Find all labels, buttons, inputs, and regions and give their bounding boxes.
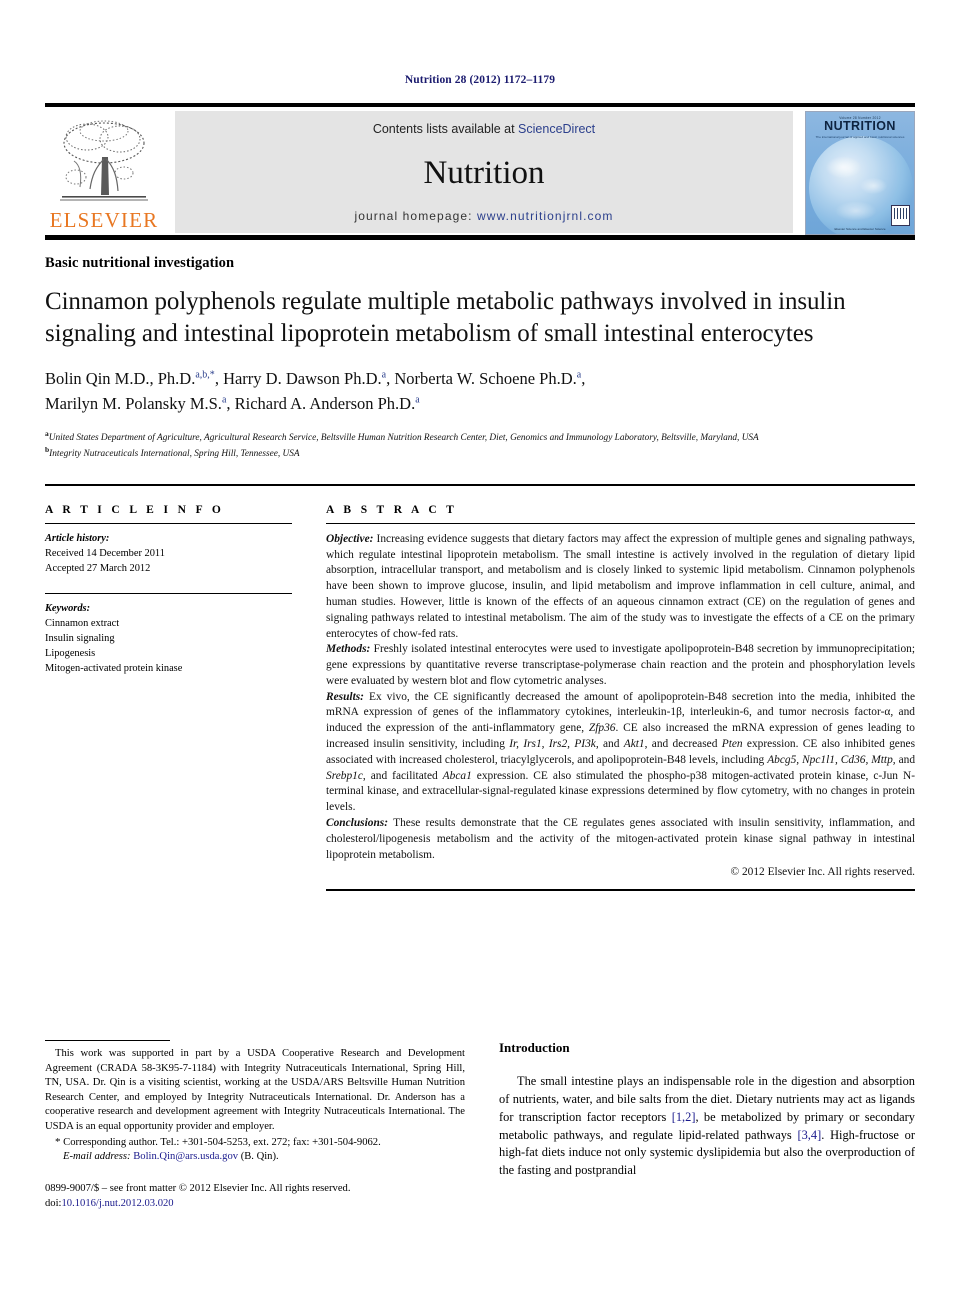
email-footnote: E-mail address: Bolin.Qin@ars.usda.gov (… xyxy=(45,1150,465,1165)
gene-name: Ir, Irs1, Irs2, PI3k, xyxy=(509,738,599,751)
elsevier-tree-icon xyxy=(60,120,148,201)
abstract-results-label: Results: xyxy=(326,690,364,703)
abstract-objective: Objective: Increasing evidence suggests … xyxy=(326,532,915,643)
gene-name: Srebp1c xyxy=(326,769,363,782)
issn-doi-block: 0899-9007/$ – see front matter © 2012 El… xyxy=(45,1182,465,1212)
keywords-block: Keywords: Cinnamon extract Insulin signa… xyxy=(45,592,292,676)
abstract-conclusions: Conclusions: These results demonstrate t… xyxy=(326,816,915,863)
article-accepted-date: Accepted 27 March 2012 xyxy=(45,562,151,574)
author-1: Bolin Qin M.D., Ph.D. xyxy=(45,369,196,388)
introduction-column: Introduction The small intestine plays a… xyxy=(499,1040,915,1212)
gene-name: Pten xyxy=(721,738,743,751)
introduction-heading: Introduction xyxy=(499,1040,570,1055)
gene-name: Abcg5, Npc1l1, Cd36, Mttp, xyxy=(767,753,896,766)
abstract-conclusions-text: These results demonstrate that the CE re… xyxy=(326,817,915,861)
footnote-separator-rule xyxy=(45,1040,170,1041)
introduction-paragraph: The small intestine plays an indispensab… xyxy=(499,1073,915,1180)
article-info-heading: A R T I C L E I N F O xyxy=(45,503,225,516)
abstract-heading: A B S T R A C T xyxy=(326,503,458,516)
cover-footer: Elsevier Science and Elsevier Science xyxy=(834,227,886,231)
journal-masthead: ELSEVIER Contents lists available at Sci… xyxy=(45,103,915,240)
abstract-results-p6: and xyxy=(895,753,916,766)
author-5: , Richard A. Anderson Ph.D. xyxy=(226,394,416,414)
funding-footnote: This work was supported in part by a USD… xyxy=(45,1048,465,1133)
keywords-list: Keywords: Cinnamon extract Insulin signa… xyxy=(45,594,292,676)
affiliation-b-text: Integrity Nutraceuticals International, … xyxy=(49,449,300,460)
email-label: E-mail address: xyxy=(63,1151,131,1163)
abstract-results-p7: , and facilitated xyxy=(362,769,443,782)
corresponding-author-text: Corresponding author. Tel.: +301-504-525… xyxy=(60,1136,381,1148)
abstract-methods-text: Freshly isolated intestinal enterocytes … xyxy=(326,643,915,687)
author-2: , Harry D. Dawson Ph.D. xyxy=(214,369,382,388)
cover-publisher-badge-icon xyxy=(891,205,910,226)
abstract-conclusions-label: Conclusions: xyxy=(326,817,389,830)
article-history-label: Article history: xyxy=(45,532,110,544)
journal-homepage-line: journal homepage: www.nutritionjrnl.com xyxy=(354,209,613,223)
keyword-item: Insulin signaling xyxy=(45,633,115,645)
paper-page: Nutrition 28 (2012) 1172–1179 ELSEVIER C… xyxy=(0,0,960,1290)
abstract-results-p3: and xyxy=(598,738,624,751)
author-5-affiliation-mark[interactable]: a xyxy=(415,395,419,406)
footnote-block: This work was supported in part by a USD… xyxy=(45,1047,465,1165)
keyword-item: Mitogen-activated protein kinase xyxy=(45,663,183,675)
journal-band: Contents lists available at ScienceDirec… xyxy=(175,111,793,233)
journal-cover-thumbnail: Volume 28 Number 2012 NUTRITION The inte… xyxy=(805,111,915,235)
info-abstract-region: A R T I C L E I N F O Article history: R… xyxy=(45,483,915,892)
abstract-methods-label: Methods: xyxy=(326,643,371,656)
article-received-date: Received 14 December 2011 xyxy=(45,547,165,559)
contents-prefix: Contents lists available at xyxy=(372,122,519,136)
affiliation-a-text: United States Department of Agriculture,… xyxy=(48,433,759,444)
citation-ref[interactable]: [1,2] xyxy=(672,1110,696,1124)
email-link[interactable]: Bolin.Qin@ars.usda.gov xyxy=(133,1151,238,1162)
abstract-column: A B S T R A C T Objective: Increasing ev… xyxy=(326,486,915,892)
elsevier-wordmark: ELSEVIER xyxy=(49,208,159,232)
affiliations: aUnited States Department of Agriculture… xyxy=(45,429,915,462)
contents-available-line: Contents lists available at ScienceDirec… xyxy=(373,122,595,136)
gene-name: Akt1 xyxy=(623,738,645,751)
author-1-affiliation-marks[interactable]: a,b,* xyxy=(195,370,214,381)
cover-journal-name: NUTRITION xyxy=(824,119,896,133)
elsevier-logo: ELSEVIER xyxy=(45,111,163,233)
abstract-bottom-rule xyxy=(326,889,915,892)
journal-title: Nutrition xyxy=(423,155,545,191)
journal-homepage-link[interactable]: www.nutritionjrnl.com xyxy=(477,209,613,223)
article-history: Article history: Received 14 December 20… xyxy=(45,524,292,576)
citation-ref[interactable]: [3,4] xyxy=(797,1128,821,1142)
abstract-results-p4: , and decreased xyxy=(644,738,722,751)
page-title: Cinnamon polyphenols regulate multiple m… xyxy=(45,288,846,347)
keyword-item: Lipogenesis xyxy=(45,648,96,660)
author-list: Bolin Qin M.D., Ph.D.a,b,*, Harry D. Daw… xyxy=(45,366,915,416)
abstract-methods: Methods: Freshly isolated intestinal ent… xyxy=(326,642,915,689)
keywords-label: Keywords: xyxy=(45,602,91,614)
author-4: Marilyn M. Polansky M.S. xyxy=(45,394,222,414)
gene-name: Zfp36 xyxy=(588,722,616,735)
abstract-results: Results: Ex vivo, the CE significantly d… xyxy=(326,690,915,816)
abstract-objective-text: Increasing evidence suggests that dietar… xyxy=(326,532,915,640)
cover-subtitle: The international journal of applied and… xyxy=(815,134,905,139)
footnotes-column: This work was supported in part by a USD… xyxy=(45,1040,465,1212)
doi-line: doi:10.1016/j.nut.2012.03.020 xyxy=(45,1197,465,1212)
masthead-bottom-rule xyxy=(45,235,915,240)
doi-link[interactable]: 10.1016/j.nut.2012.03.020 xyxy=(61,1198,173,1209)
abstract-body: Objective: Increasing evidence suggests … xyxy=(326,524,915,882)
cover-masthead: Volume 28 Number 2012 NUTRITION The inte… xyxy=(806,116,914,139)
email-suffix: (B. Qin). xyxy=(238,1151,279,1163)
bottom-columns: This work was supported in part by a USD… xyxy=(45,1040,915,1212)
corresponding-author-footnote: * Corresponding author. Tel.: +301-504-5… xyxy=(45,1135,465,1151)
author-line-1-tail: , xyxy=(581,369,586,388)
sciencedirect-link[interactable]: ScienceDirect xyxy=(518,122,595,136)
issn-line: 0899-9007/$ – see front matter © 2012 El… xyxy=(45,1182,351,1194)
gene-name: Abca1 xyxy=(442,769,472,782)
article-section-kicker: Basic nutritional investigation xyxy=(45,255,235,271)
abstract-copyright: © 2012 Elsevier Inc. All rights reserved… xyxy=(730,866,915,879)
homepage-prefix: journal homepage: xyxy=(354,209,478,223)
author-3: , Norberta W. Schoene Ph.D. xyxy=(386,369,577,388)
article-info-column: A R T I C L E I N F O Article history: R… xyxy=(45,486,292,892)
keyword-item: Cinnamon extract xyxy=(45,618,120,630)
abstract-objective-label: Objective: xyxy=(326,532,374,545)
doi-label: doi: xyxy=(45,1197,62,1209)
running-head: Nutrition 28 (2012) 1172–1179 xyxy=(404,74,556,86)
introduction-body: The small intestine plays an indispensab… xyxy=(499,1073,915,1180)
